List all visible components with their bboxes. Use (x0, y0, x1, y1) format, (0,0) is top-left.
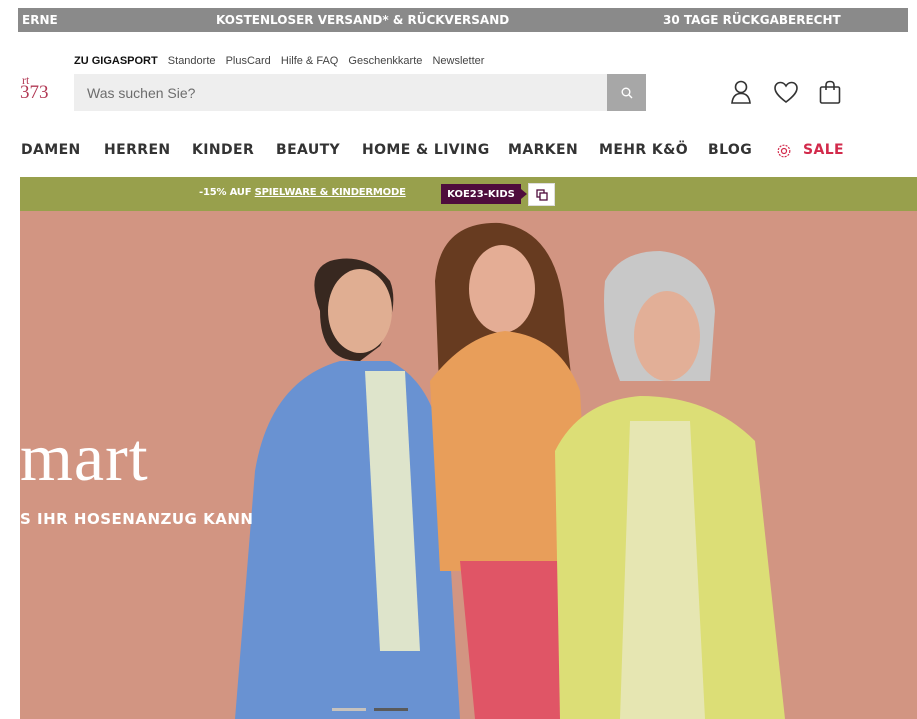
newsletter-link[interactable]: Newsletter (432, 55, 484, 67)
sale-icon (777, 144, 791, 158)
nav-damen[interactable]: DAMEN (21, 142, 81, 158)
hero-subtitle: S IHR HOSENANZUG KANN (20, 510, 254, 528)
search-input[interactable] (74, 74, 606, 111)
wishlist-button[interactable] (772, 78, 800, 106)
site-logo[interactable]: rt 373 (18, 70, 58, 110)
pluscard-link[interactable]: PlusCard (226, 55, 271, 67)
hero-image (20, 211, 917, 719)
promo-text-returns[interactable]: 30 TAGE RÜCKGABERECHT (663, 13, 841, 27)
voucher-code-badge: KOE23-KIDS (441, 184, 521, 204)
logo-text-bottom: 373 (20, 82, 49, 103)
copy-code-button[interactable] (528, 183, 555, 206)
promo-text-left: ERNE (22, 13, 58, 27)
search-button[interactable] (607, 74, 646, 111)
campaign-bar: -15% AUF SPIELWARE & KINDERMODE KOE23-KI… (20, 177, 917, 211)
campaign-prefix: -15% AUF (199, 187, 255, 198)
nav-home-living[interactable]: HOME & LIVING (362, 142, 490, 158)
page: ERNE KOSTENLOSER VERSAND* & RÜCKVERSAND … (0, 0, 917, 719)
nav-kinder[interactable]: KINDER (192, 142, 254, 158)
search-bar (74, 74, 646, 111)
nav-sale[interactable]: SALE (803, 142, 844, 158)
account-icon (731, 80, 751, 104)
account-button[interactable] (727, 78, 755, 106)
voucher-arrow (521, 189, 527, 199)
giftcard-link[interactable]: Geschenkkarte (348, 55, 422, 67)
standorte-link[interactable]: Standorte (168, 55, 216, 67)
slide-dot-2[interactable] (374, 708, 408, 711)
nav-blog[interactable]: BLOG (708, 142, 752, 158)
campaign-link[interactable]: SPIELWARE & KINDERMODE (255, 187, 406, 198)
hero-banner[interactable]: mart S IHR HOSENANZUG KANN (20, 211, 917, 719)
slide-indicators (332, 708, 408, 712)
nav-mehr-ko[interactable]: MEHR K&Ö (599, 142, 688, 158)
hero-title: mart (20, 419, 149, 495)
heart-icon (774, 81, 798, 104)
bag-icon (819, 80, 841, 104)
gigasport-link[interactable]: ZU GIGASPORT (74, 55, 158, 67)
utility-links: ZU GIGASPORT Standorte PlusCard Hilfe & … (74, 55, 491, 67)
nav-marken[interactable]: MARKEN (508, 142, 578, 158)
cart-button[interactable] (816, 78, 844, 106)
search-icon (621, 87, 632, 98)
promo-bar: ERNE KOSTENLOSER VERSAND* & RÜCKVERSAND … (18, 8, 908, 32)
help-faq-link[interactable]: Hilfe & FAQ (281, 55, 338, 67)
promo-text-shipping[interactable]: KOSTENLOSER VERSAND* & RÜCKVERSAND (216, 13, 509, 27)
nav-beauty[interactable]: BEAUTY (276, 142, 340, 158)
voucher-code: KOE23-KIDS (447, 188, 515, 200)
slide-dot-1[interactable] (332, 708, 366, 711)
copy-icon (535, 188, 548, 201)
campaign-text: -15% AUF SPIELWARE & KINDERMODE (199, 187, 406, 198)
nav-herren[interactable]: HERREN (104, 142, 171, 158)
